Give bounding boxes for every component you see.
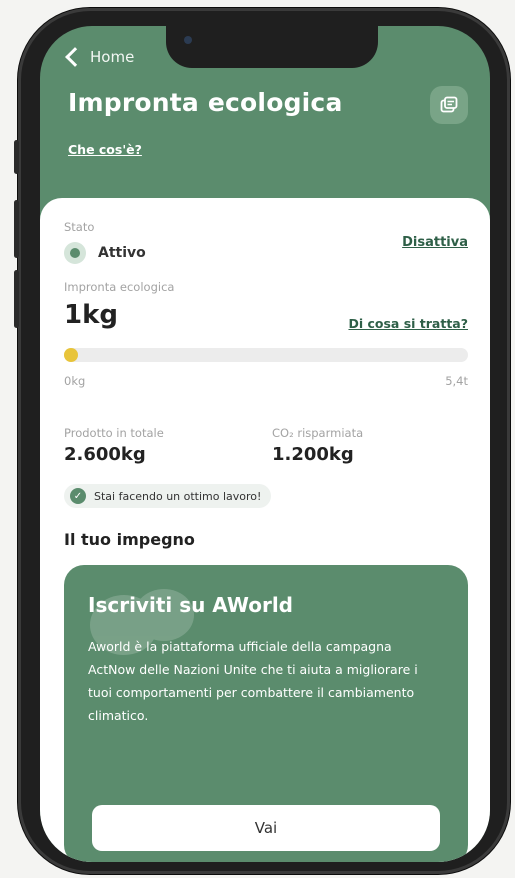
go-button[interactable]: Vai: [92, 805, 440, 851]
status-value: Attivo: [98, 245, 146, 261]
progress-min-label: 0kg: [64, 374, 86, 388]
back-button[interactable]: Home: [64, 47, 135, 67]
feedback-text: Stai facendo un ottimo lavoro!: [94, 489, 262, 503]
page-title: Impronta ecologica: [68, 88, 343, 117]
total-produced-label: Prodotto in totale: [64, 426, 164, 440]
disable-link[interactable]: Disattiva: [402, 235, 468, 250]
footprint-card: Stato Attivo Disattiva Impronta ecologic…: [40, 198, 490, 862]
status-row: Attivo: [64, 242, 146, 264]
what-is-it-link[interactable]: Che cos'è?: [68, 142, 142, 157]
status-label: Stato: [64, 220, 95, 234]
feedback-badge: ✓ Stai facendo un ottimo lavoro!: [64, 484, 272, 508]
footprint-progress-fill: [64, 348, 78, 362]
share-card-icon: [440, 96, 458, 113]
check-circle-icon: ✓: [70, 488, 86, 504]
footprint-progress-bar: [64, 348, 468, 362]
device-frame-stage: Home Impronta ecologica Che cos'è? Stato…: [0, 0, 515, 878]
promo-title: Iscriviti su AWorld: [88, 593, 293, 617]
co2-saved-label: CO₂ risparmiata: [272, 426, 364, 440]
footprint-value: 1kg: [64, 300, 118, 330]
chevron-left-icon: [65, 47, 85, 67]
app-screen: Home Impronta ecologica Che cos'è? Stato…: [40, 26, 490, 862]
phone-notch: [166, 26, 378, 68]
co2-saved-value: 1.200kg: [272, 444, 354, 465]
side-button-volume-up: [14, 200, 19, 258]
back-label: Home: [90, 48, 135, 66]
commitment-section-title: Il tuo impegno: [64, 530, 195, 549]
total-produced-value: 2.600kg: [64, 444, 146, 465]
side-button-top: [14, 140, 19, 174]
footprint-info-link[interactable]: Di cosa si tratta?: [348, 316, 468, 331]
side-button-volume-down: [14, 270, 19, 328]
status-dot-icon: [64, 242, 86, 264]
camera-icon: [184, 36, 192, 44]
promo-description: Aworld è la piattaforma ufficiale della …: [88, 639, 418, 723]
progress-max-label: 5,4t: [445, 374, 468, 388]
aworld-promo-card: Iscriviti su AWorld Aworld è la piattafo…: [64, 565, 468, 862]
footprint-label: Impronta ecologica: [64, 280, 175, 294]
share-button[interactable]: [430, 86, 468, 124]
